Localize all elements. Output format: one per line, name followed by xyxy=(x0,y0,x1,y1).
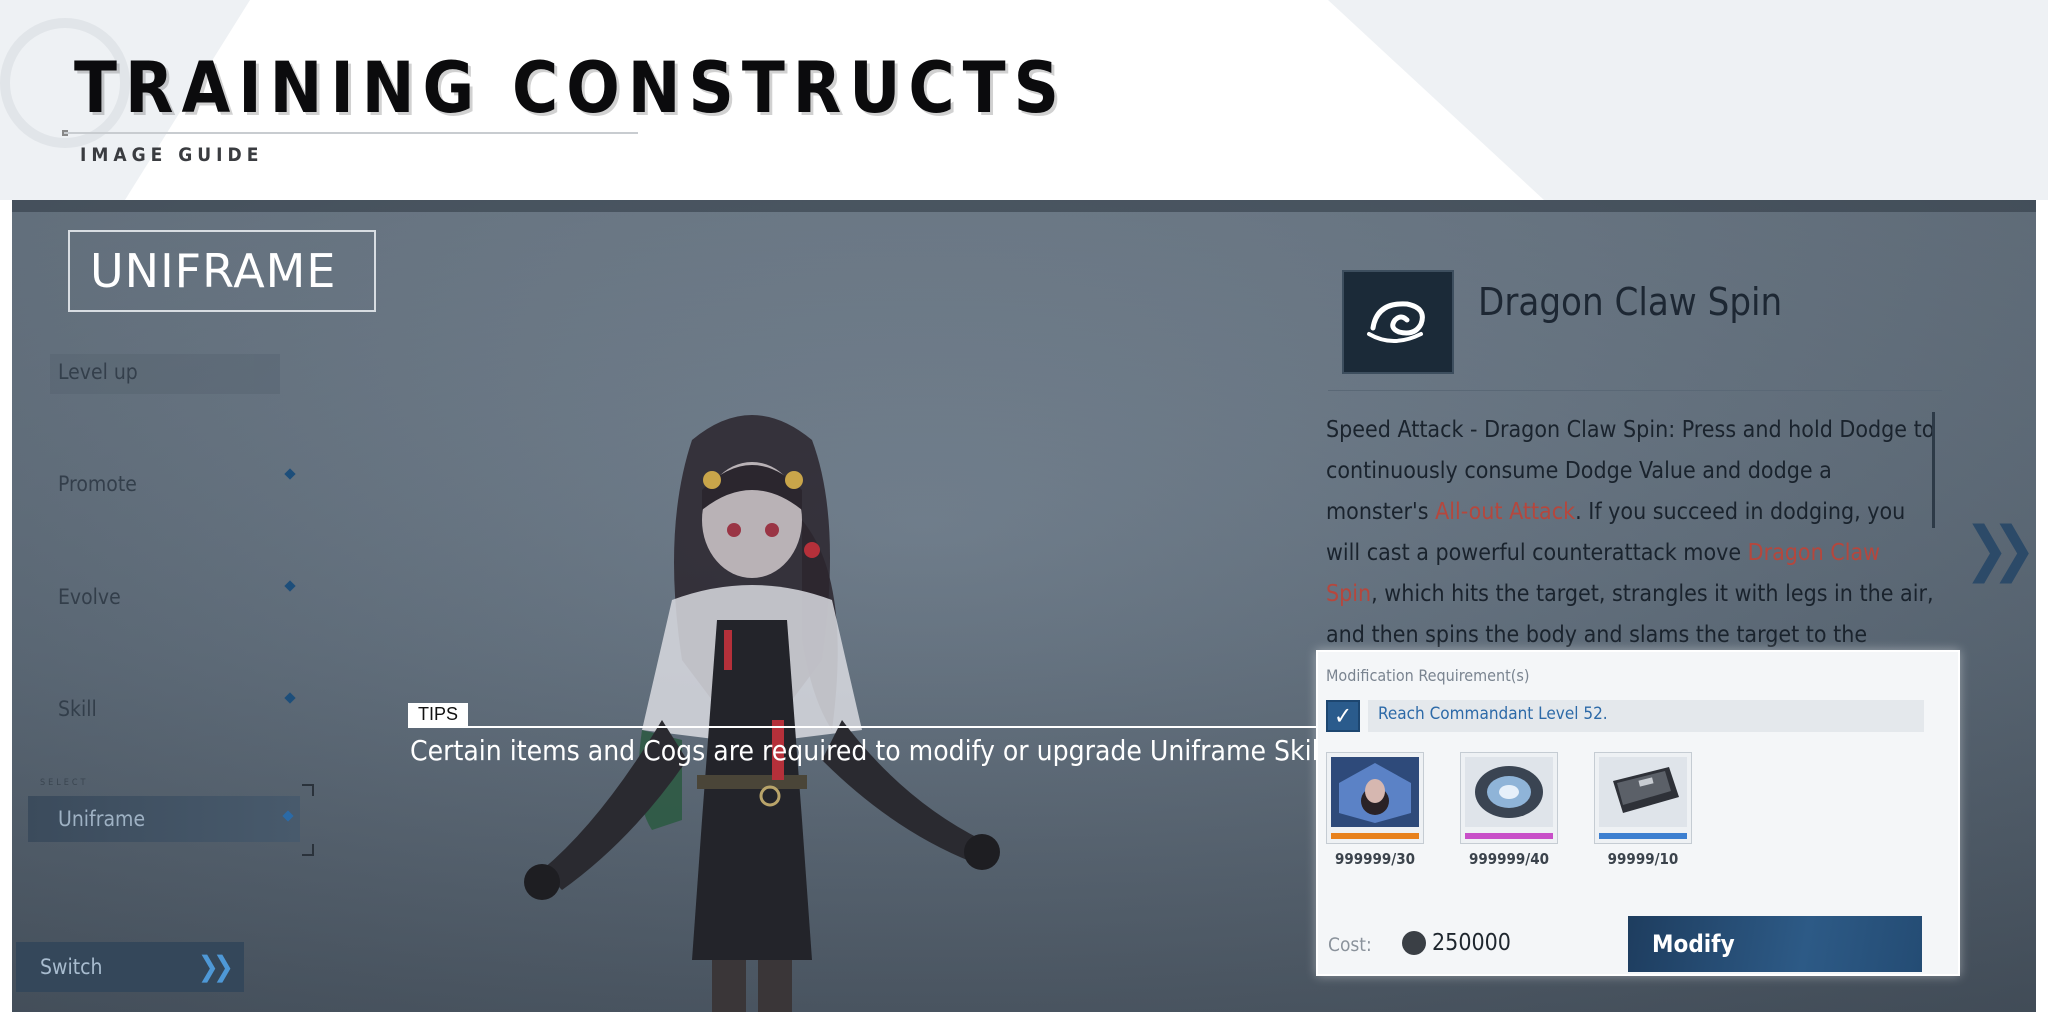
support-chip-icon xyxy=(1599,757,1687,827)
support-core-icon xyxy=(1465,757,1553,827)
material-item-construct-cog[interactable] xyxy=(1326,752,1424,844)
page-title: TRAINING CONSTRUCTS xyxy=(74,47,1067,129)
select-tag: SELECT xyxy=(40,778,89,788)
title-divider xyxy=(64,132,638,134)
selection-corner xyxy=(302,784,314,796)
skill-divider xyxy=(1328,390,1942,391)
menu-item-label: Evolve xyxy=(58,585,121,609)
skill-description: Speed Attack - Dragon Claw Spin: Press a… xyxy=(1326,410,1936,656)
title-banner: TRAINING CONSTRUCTS IMAGE GUIDE xyxy=(0,0,2048,200)
menu-item-promote[interactable]: Promote xyxy=(58,472,137,496)
top-hud-strip xyxy=(12,200,2036,212)
construct-cog-icon xyxy=(1331,757,1419,827)
menu-item-label: Skill xyxy=(58,697,97,721)
tips-callout-line xyxy=(408,726,1326,728)
skill-desc-scrollbar[interactable] xyxy=(1932,412,1935,528)
skill-desc-text: , which hits the target, strangles it wi… xyxy=(1326,581,1934,648)
rarity-stripe xyxy=(1465,833,1553,839)
switch-button[interactable]: Switch ❯❯ xyxy=(16,942,244,992)
cog-coin-icon xyxy=(1402,931,1426,955)
swirl-icon xyxy=(1367,301,1425,343)
switch-button-label: Switch xyxy=(40,955,103,979)
double-chevron-icon: ❯❯ xyxy=(197,950,234,983)
requirement-text: Reach Commandant Level 52. xyxy=(1378,704,1608,724)
skill-icon-frame xyxy=(1342,270,1454,374)
page-subtitle: IMAGE GUIDE xyxy=(80,144,264,166)
banner-decoration-right xyxy=(1328,0,2048,200)
menu-item-level-up[interactable]: Level up xyxy=(50,354,280,394)
modification-title: Modification Requirement(s) xyxy=(1326,666,1530,685)
tips-tag: TIPS xyxy=(408,703,469,726)
modification-panel: Modification Requirement(s) ✓ Reach Comm… xyxy=(1316,650,1960,976)
checkbox-checked-icon: ✓ xyxy=(1326,700,1360,732)
material-item-support-chip[interactable] xyxy=(1594,752,1692,844)
material-count: 999999/30 xyxy=(1334,850,1416,868)
section-title-uniframe: UNIFRAME xyxy=(68,230,376,312)
material-count: 999999/40 xyxy=(1468,850,1550,868)
menu-item-skill[interactable]: Skill xyxy=(58,697,97,721)
rarity-stripe xyxy=(1331,833,1419,839)
cost-label: Cost: xyxy=(1328,934,1372,956)
material-item-support-core[interactable] xyxy=(1460,752,1558,844)
menu-item-label: Uniframe xyxy=(58,807,146,831)
next-page-chevron-icon[interactable]: ❯❯ xyxy=(1964,514,2036,584)
tips-text: Certain items and Cogs are required to m… xyxy=(410,734,1347,767)
menu-item-label: Promote xyxy=(58,472,137,496)
rarity-stripe xyxy=(1599,833,1687,839)
menu-item-uniframe-selected[interactable]: Uniframe xyxy=(28,796,300,842)
cost-value: 250000 xyxy=(1432,930,1511,956)
game-screenshot: UNIFRAME Level up Promote Evolve Skill S… xyxy=(12,200,2036,1012)
menu-item-evolve[interactable]: Evolve xyxy=(58,585,121,609)
menu-item-label: Level up xyxy=(58,360,138,384)
modify-button[interactable]: Modify xyxy=(1628,916,1922,972)
character-model xyxy=(524,415,1000,1012)
material-count: 99999/10 xyxy=(1607,850,1679,868)
selection-corner xyxy=(302,844,314,856)
skill-desc-keyword: All-out Attack xyxy=(1435,499,1576,525)
skill-name: Dragon Claw Spin xyxy=(1478,280,1783,324)
modify-button-label: Modify xyxy=(1652,930,1735,958)
